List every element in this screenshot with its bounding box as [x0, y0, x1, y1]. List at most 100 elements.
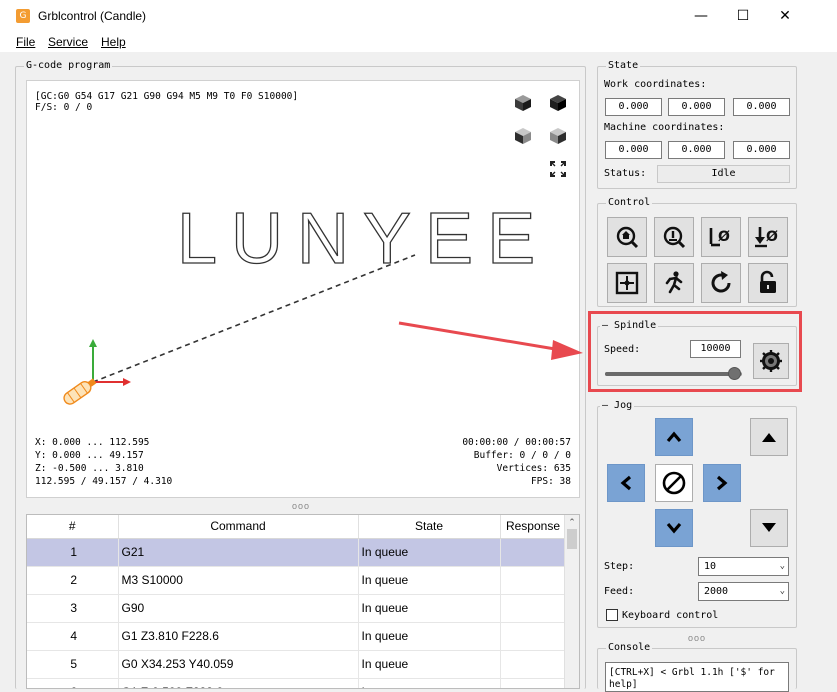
gcode-viewer[interactable]: [GC:G0 G54 G17 G21 G90 G94 M5 M9 T0 F0 S… — [26, 80, 580, 498]
bounds-z: Z: -0.500 ... 3.810 — [35, 463, 144, 474]
table-row[interactable]: 4 G1 Z3.810 F228.6 In queue — [27, 622, 567, 651]
machine-z-field[interactable]: 0.000 — [733, 141, 790, 159]
table-header-row: # Command State Response — [27, 515, 567, 539]
table-row[interactable]: 3 G90 In queue — [27, 594, 567, 623]
chevron-down-icon: ⌄ — [779, 586, 785, 596]
svg-text:Ø: Ø — [718, 229, 730, 245]
menu-help[interactable]: Help — [101, 35, 126, 49]
restore-origin-button[interactable] — [607, 263, 647, 303]
jog-group: — Jog Step: 10 ⌄ Feed: 2000 ⌄ Keyboard con… — [597, 400, 797, 628]
column-header-num[interactable]: # — [27, 515, 119, 539]
table-scrollbar[interactable]: ⌃ — [564, 515, 579, 688]
control-group: Control Ø Ø — [597, 197, 797, 307]
triangle-down-icon — [762, 523, 776, 532]
jog-stop-button[interactable] — [655, 464, 693, 502]
reset-icon — [711, 271, 731, 293]
column-header-response[interactable]: Response — [500, 515, 567, 539]
feed-label: Feed: — [604, 586, 635, 597]
work-y-field[interactable]: 0.000 — [668, 98, 725, 116]
home-button[interactable] — [607, 217, 647, 257]
jog-z-minus-button[interactable] — [750, 509, 788, 547]
title-bar: G Grblcontrol (Candle) — ☐ ✕ — [0, 0, 837, 32]
maximize-button[interactable]: ☐ — [720, 4, 766, 28]
cell-num: 5 — [27, 650, 119, 679]
machine-x-field[interactable]: 0.000 — [605, 141, 662, 159]
table-row[interactable]: 2 M3 S10000 In queue — [27, 566, 567, 595]
cell-state: In queue — [358, 650, 501, 679]
home-icon — [616, 226, 639, 249]
zero-z-button[interactable]: Ø — [748, 217, 788, 257]
cell-num: 1 — [27, 538, 119, 567]
status-label: Status: — [604, 168, 647, 179]
vertices-readout: Vertices: 635 — [496, 463, 571, 474]
cell-num: 3 — [27, 594, 119, 623]
step-select[interactable]: 10 ⌄ — [698, 557, 789, 576]
annotation-arrow — [398, 321, 583, 360]
chevron-down-icon: ⌄ — [779, 561, 785, 571]
feed-select[interactable]: 2000 ⌄ — [698, 582, 789, 601]
zero-xy-button[interactable]: Ø — [701, 217, 741, 257]
console-output[interactable]: [CTRL+X] < Grbl 1.1h ['$' for help] — [605, 662, 789, 692]
cell-num: 2 — [27, 566, 119, 595]
triangle-up-icon — [762, 433, 776, 442]
zero-z-probe-button[interactable] — [654, 217, 694, 257]
cell-response — [500, 538, 567, 567]
step-label: Step: — [604, 561, 635, 572]
cell-command: G1 Z-0.500 F228.6 — [118, 678, 359, 688]
machine-y-field[interactable]: 0.000 — [668, 141, 725, 159]
work-z-field[interactable]: 0.000 — [733, 98, 790, 116]
safe-position-button[interactable] — [654, 263, 694, 303]
reset-button[interactable] — [701, 263, 741, 303]
cell-response — [500, 566, 567, 595]
column-header-state[interactable]: State — [358, 515, 501, 539]
jog-y-plus-button[interactable] — [655, 418, 693, 456]
chevron-up-icon — [666, 431, 682, 443]
menu-file[interactable]: File — [16, 35, 35, 49]
cell-state: In queue — [358, 678, 501, 688]
splitter-handle[interactable]: ooo — [292, 501, 310, 511]
jog-z-plus-button[interactable] — [750, 418, 788, 456]
cell-state: In queue — [358, 622, 501, 651]
bounds-x: X: 0.000 ... 112.595 — [35, 437, 150, 448]
console-group: Console [CTRL+X] < Grbl 1.1h ['$' for he… — [597, 642, 797, 692]
cell-command: G90 — [118, 594, 359, 623]
table-row[interactable]: 5 G0 X34.253 Y40.059 In queue — [27, 650, 567, 679]
menu-service[interactable]: Service — [48, 35, 88, 49]
gcode-program-title: G-code program — [24, 60, 113, 71]
console-title: Console — [606, 642, 653, 653]
unlock-button[interactable] — [748, 263, 788, 303]
cell-state: In queue — [358, 538, 501, 567]
svg-text:Ø: Ø — [766, 229, 778, 245]
close-button[interactable]: ✕ — [762, 4, 808, 28]
scroll-up-icon[interactable]: ⌃ — [565, 515, 579, 529]
work-x-field[interactable]: 0.000 — [605, 98, 662, 116]
collapse-icon: — — [602, 400, 615, 411]
gcode-table[interactable]: # Command State Response 1 G21 In queue … — [26, 514, 580, 689]
cell-response — [500, 650, 567, 679]
machine-coordinates-label: Machine coordinates: — [604, 122, 725, 133]
table-row[interactable]: 1 G21 In queue — [27, 538, 567, 567]
tool-icon — [63, 378, 97, 405]
run-icon — [665, 271, 683, 294]
column-header-command[interactable]: Command — [118, 515, 359, 539]
cell-response — [500, 678, 567, 688]
minimize-button[interactable]: — — [678, 4, 724, 28]
jog-y-minus-button[interactable] — [655, 509, 693, 547]
splitter-handle[interactable]: ooo — [688, 633, 706, 643]
time-readout: 00:00:00 / 00:00:57 — [462, 437, 571, 448]
annotation-highlight-box — [588, 311, 802, 392]
control-title: Control — [606, 197, 653, 208]
keyboard-control-checkbox[interactable] — [606, 609, 618, 621]
unlock-icon — [760, 270, 776, 293]
jog-title[interactable]: — Jog — [600, 400, 635, 411]
jog-x-minus-button[interactable] — [607, 464, 645, 502]
probe-icon — [663, 226, 686, 249]
cell-state: In queue — [358, 566, 501, 595]
chevron-down-icon — [666, 522, 682, 534]
jog-x-plus-button[interactable] — [703, 464, 741, 502]
cell-response — [500, 594, 567, 623]
table-row[interactable]: 6 G1 Z-0.500 F228.6 In queue — [27, 678, 567, 688]
scroll-thumb[interactable] — [567, 529, 577, 549]
cell-num: 6 — [27, 678, 119, 688]
app-icon: G — [16, 9, 30, 23]
